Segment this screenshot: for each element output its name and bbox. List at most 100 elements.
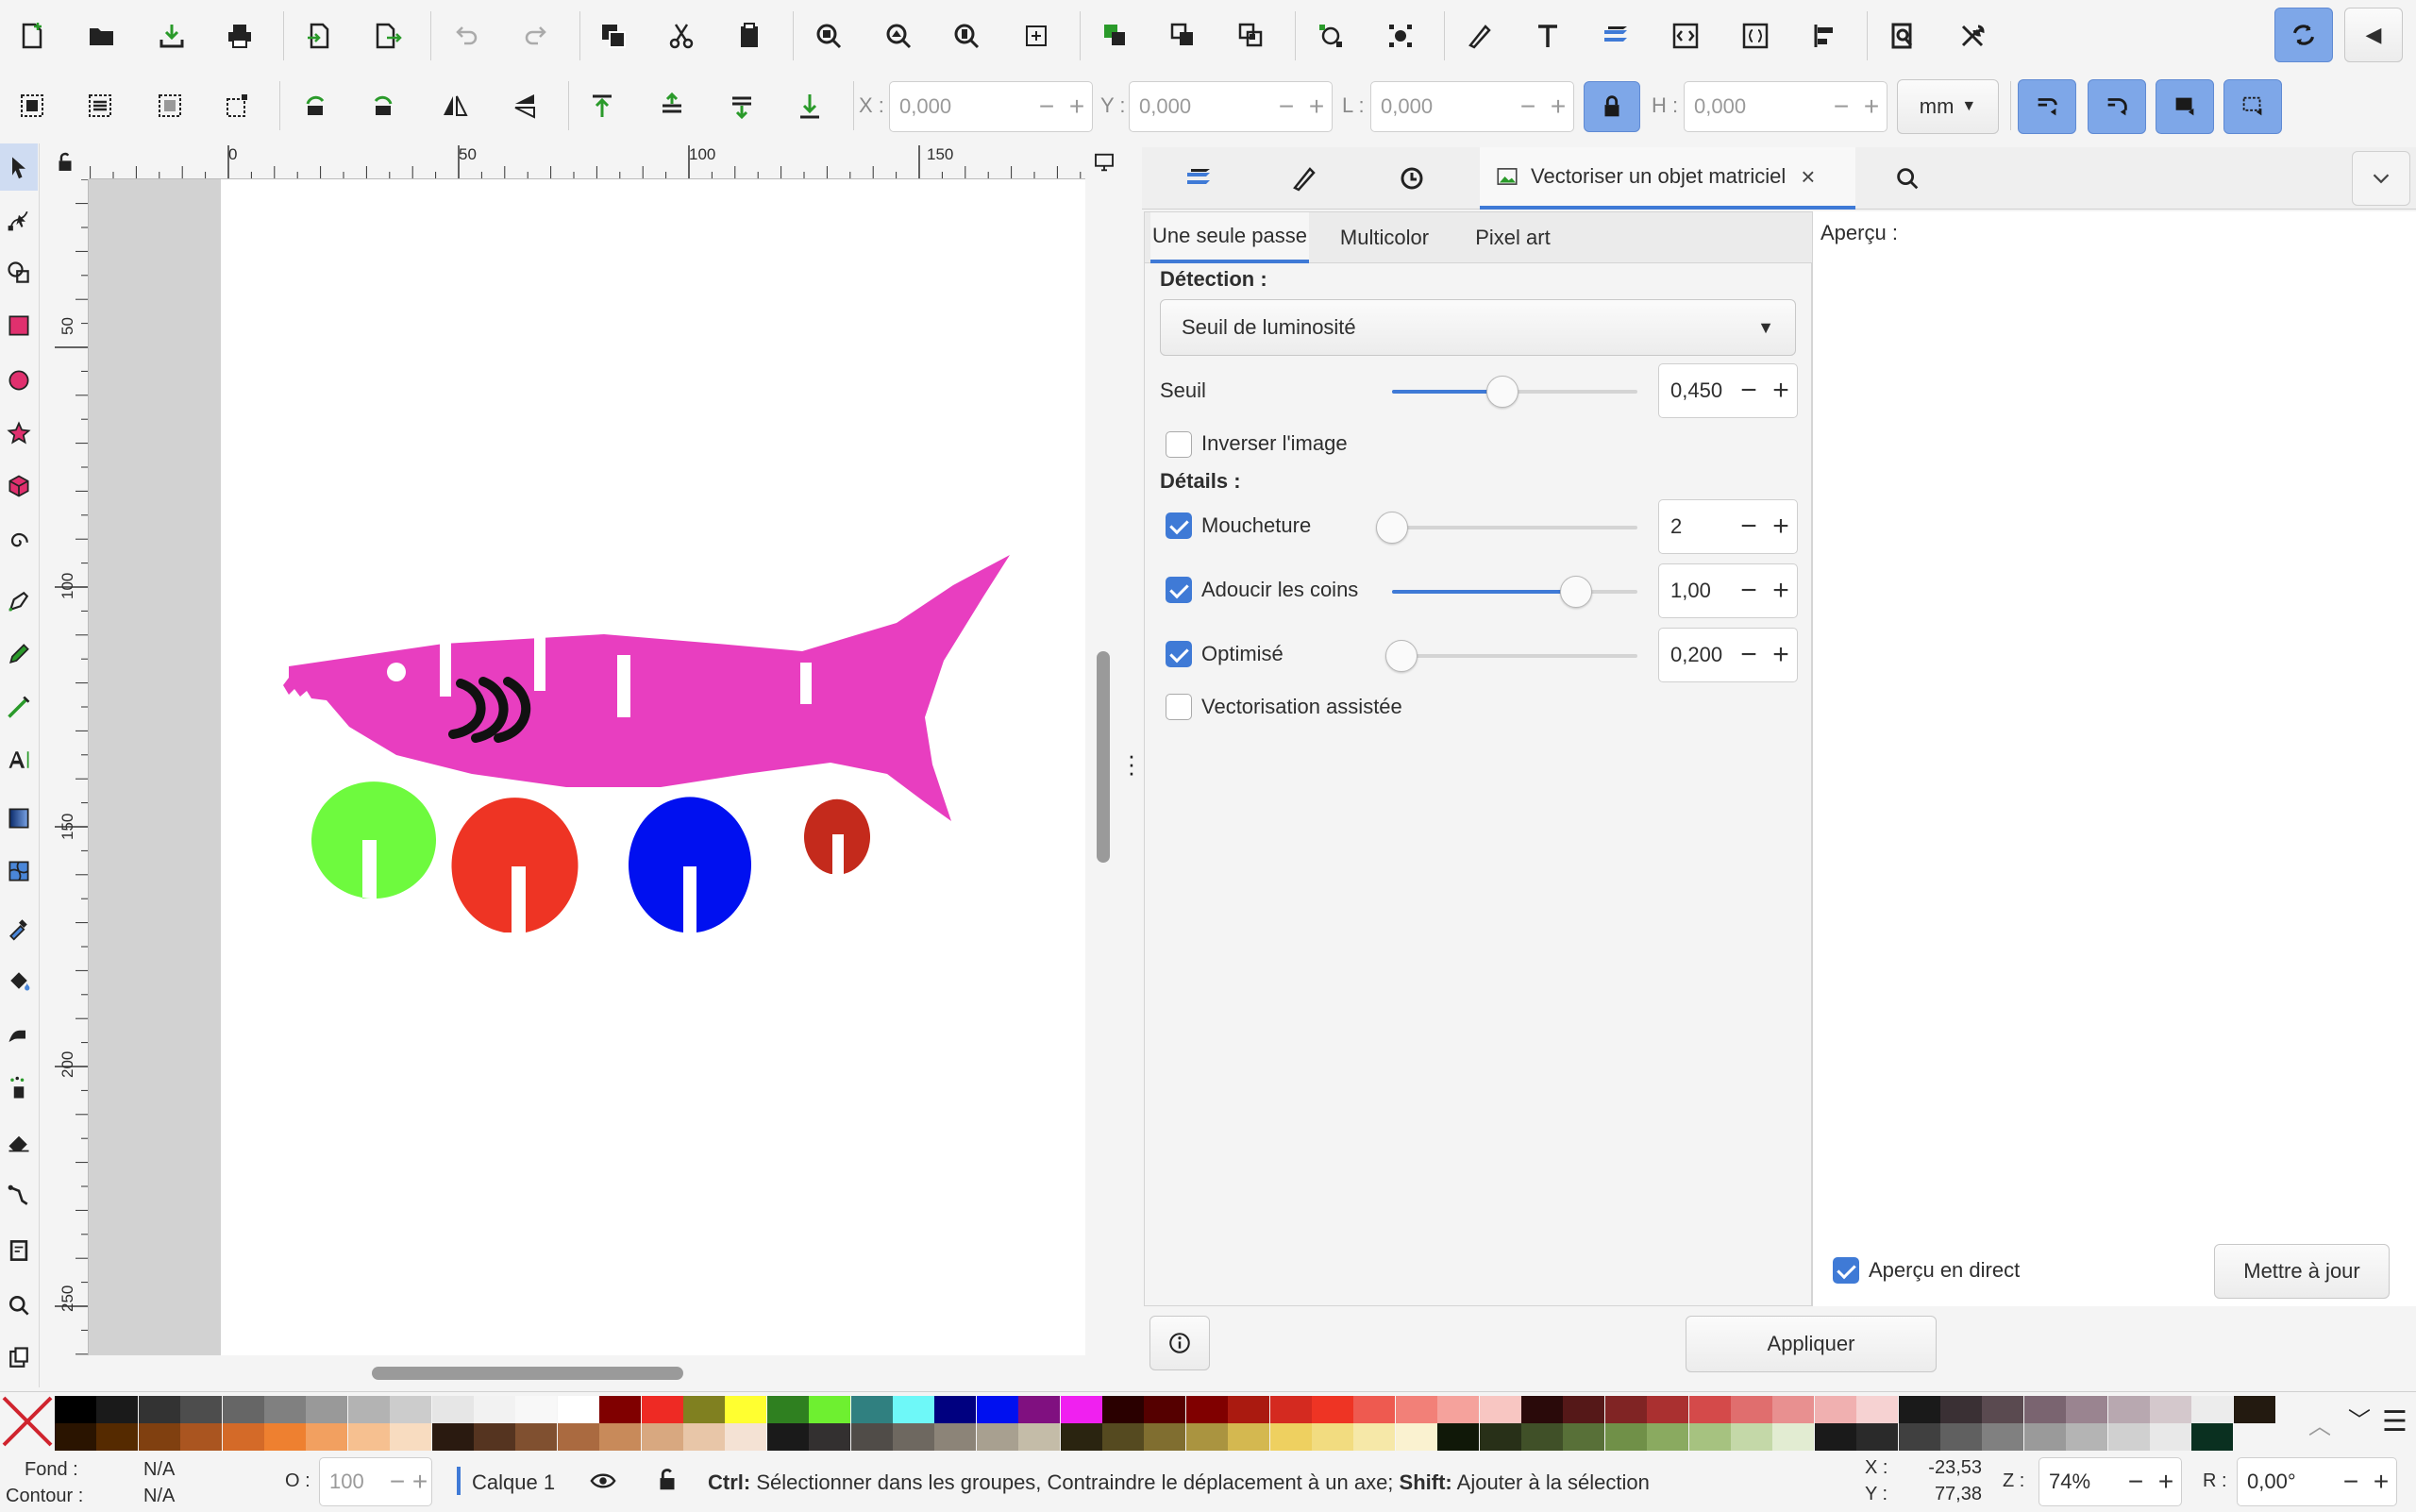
color-swatch-bottom-48[interactable] (2066, 1423, 2108, 1451)
panel-resize-handle[interactable]: · · · (1125, 743, 1138, 784)
color-swatch-bottom-2[interactable] (138, 1423, 180, 1451)
rotate-cw-icon[interactable] (359, 81, 408, 130)
scale-corners-button[interactable] (2088, 79, 2146, 134)
color-swatch-top-25[interactable] (1102, 1396, 1144, 1423)
rotate-ccw-icon[interactable] (291, 81, 340, 130)
color-swatch-top-35[interactable] (1521, 1396, 1563, 1423)
subtab-single-scan[interactable]: Une seule passe (1150, 212, 1309, 263)
selectors-css-icon[interactable] (1731, 11, 1780, 60)
color-swatch-bottom-41[interactable] (1772, 1423, 1815, 1451)
select-all-icon[interactable] (8, 81, 57, 130)
live-preview-checkbox[interactable] (1833, 1257, 1859, 1284)
threshold-decrement[interactable]: − (1733, 377, 1765, 405)
color-swatch-bottom-47[interactable] (2023, 1423, 2066, 1451)
apply-button[interactable]: Appliquer (1686, 1316, 1937, 1372)
height-increment[interactable]: + (1856, 92, 1887, 122)
width-field[interactable]: 0,000 − + (1370, 81, 1574, 132)
search-icon[interactable] (1876, 147, 1938, 210)
palette-scroll-up-icon[interactable]: ︿ (2308, 1407, 2331, 1440)
color-swatch-bottom-17[interactable] (766, 1423, 809, 1451)
zoom-tool-icon[interactable] (0, 1282, 38, 1329)
color-swatch-top-30[interactable] (1312, 1396, 1353, 1423)
horizontal-scrollbar-thumb[interactable] (372, 1367, 683, 1380)
select-all-layers-icon[interactable] (76, 81, 125, 130)
color-swatch-top-28[interactable] (1228, 1396, 1270, 1423)
opacity-field[interactable]: 100 − + (319, 1457, 432, 1506)
ruler-corner[interactable] (42, 145, 89, 179)
color-swatch-bottom-35[interactable] (1521, 1423, 1563, 1451)
color-swatch-top-26[interactable] (1144, 1396, 1186, 1423)
color-swatch-top-43[interactable] (1856, 1396, 1899, 1423)
color-swatch-bottom-9[interactable] (431, 1423, 474, 1451)
color-swatch-bottom-49[interactable] (2107, 1423, 2150, 1451)
node-tool-icon[interactable] (0, 196, 38, 244)
color-swatch-top-7[interactable] (347, 1396, 390, 1423)
close-icon[interactable]: × (1801, 162, 1815, 192)
raise-icon[interactable] (647, 81, 696, 130)
color-swatch-bottom-21[interactable] (934, 1423, 977, 1451)
horizontal-ruler[interactable]: 0 50 100 150 (89, 145, 1085, 179)
lower-icon[interactable] (717, 81, 766, 130)
color-swatch-top-3[interactable] (180, 1396, 223, 1423)
color-swatch-top-21[interactable] (934, 1396, 977, 1423)
color-swatch-top-38[interactable] (1647, 1396, 1689, 1423)
color-swatch-top-41[interactable] (1772, 1396, 1815, 1423)
invert-selection-icon[interactable] (145, 81, 194, 130)
color-swatch-bottom-22[interactable] (976, 1423, 1018, 1451)
zoom-selection-icon[interactable] (804, 11, 853, 60)
color-swatch-bottom-5[interactable] (264, 1423, 306, 1451)
snap-menu-button[interactable]: ◀ (2344, 8, 2403, 62)
dropper-tool-icon[interactable] (0, 904, 38, 951)
flip-horizontal-icon[interactable] (430, 81, 479, 130)
color-swatch-bottom-25[interactable] (1102, 1423, 1144, 1451)
color-swatch-bottom-31[interactable] (1353, 1423, 1396, 1451)
color-swatch-bottom-38[interactable] (1647, 1423, 1689, 1451)
mesh-tool-icon[interactable] (0, 848, 38, 895)
color-swatch-top-16[interactable] (725, 1396, 767, 1423)
threshold-spinbox[interactable]: 0,450 − + (1658, 363, 1798, 418)
color-swatch-bottom-8[interactable] (390, 1423, 432, 1451)
color-swatch-top-36[interactable] (1563, 1396, 1605, 1423)
lock-proportions-button[interactable] (1584, 81, 1640, 132)
color-swatch-top-19[interactable] (850, 1396, 893, 1423)
color-swatch-top-13[interactable] (599, 1396, 642, 1423)
color-swatch-top-45[interactable] (1940, 1396, 1982, 1423)
import-icon[interactable] (294, 11, 344, 60)
color-swatch-bottom-7[interactable] (347, 1423, 390, 1451)
eraser-tool-icon[interactable] (0, 1117, 38, 1165)
darkred-shape[interactable] (803, 798, 870, 874)
color-swatch-bottom-33[interactable] (1437, 1423, 1480, 1451)
color-swatch-bottom-13[interactable] (599, 1423, 642, 1451)
xml-editor-icon[interactable] (1661, 11, 1710, 60)
print-icon[interactable] (215, 11, 264, 60)
rotation-field[interactable]: 0,00° − + (2237, 1457, 2397, 1506)
gradient-tool-icon[interactable] (0, 795, 38, 842)
speckles-decrement[interactable]: − (1733, 512, 1765, 541)
width-increment[interactable]: + (1543, 92, 1573, 122)
subtab-pixel-art[interactable]: Pixel art (1456, 212, 1569, 263)
optimize-slider[interactable] (1385, 640, 1637, 672)
scale-stroke-button[interactable] (2018, 79, 2076, 134)
color-swatch-bottom-11[interactable] (515, 1423, 558, 1451)
rotation-increment[interactable]: + (2366, 1467, 2396, 1497)
color-swatch-top-37[interactable] (1604, 1396, 1647, 1423)
color-swatch-bottom-27[interactable] (1185, 1423, 1228, 1451)
color-swatch-top-15[interactable] (683, 1396, 725, 1423)
transform-patterns-button[interactable] (2223, 79, 2282, 134)
color-swatch-bottom-37[interactable] (1604, 1423, 1647, 1451)
optimize-checkbox[interactable] (1166, 641, 1192, 667)
green-shape[interactable] (311, 781, 436, 899)
enter-group-icon[interactable] (1227, 11, 1276, 60)
color-swatch-bottom-26[interactable] (1144, 1423, 1186, 1451)
opacity-decrement[interactable]: − (386, 1467, 409, 1497)
color-swatch-top-46[interactable] (1982, 1396, 2024, 1423)
color-swatch-top-40[interactable] (1731, 1396, 1772, 1423)
color-swatch-bottom-42[interactable] (1814, 1423, 1856, 1451)
drawing[interactable] (89, 179, 1085, 1355)
color-swatch-top-44[interactable] (1898, 1396, 1940, 1423)
x-increment[interactable]: + (1062, 92, 1092, 122)
x-decrement[interactable]: − (1032, 92, 1062, 122)
dock-menu-chevron-down-icon[interactable] (2352, 151, 2410, 206)
color-swatch-top-1[interactable] (96, 1396, 139, 1423)
zoom-drawing-icon[interactable] (874, 11, 923, 60)
